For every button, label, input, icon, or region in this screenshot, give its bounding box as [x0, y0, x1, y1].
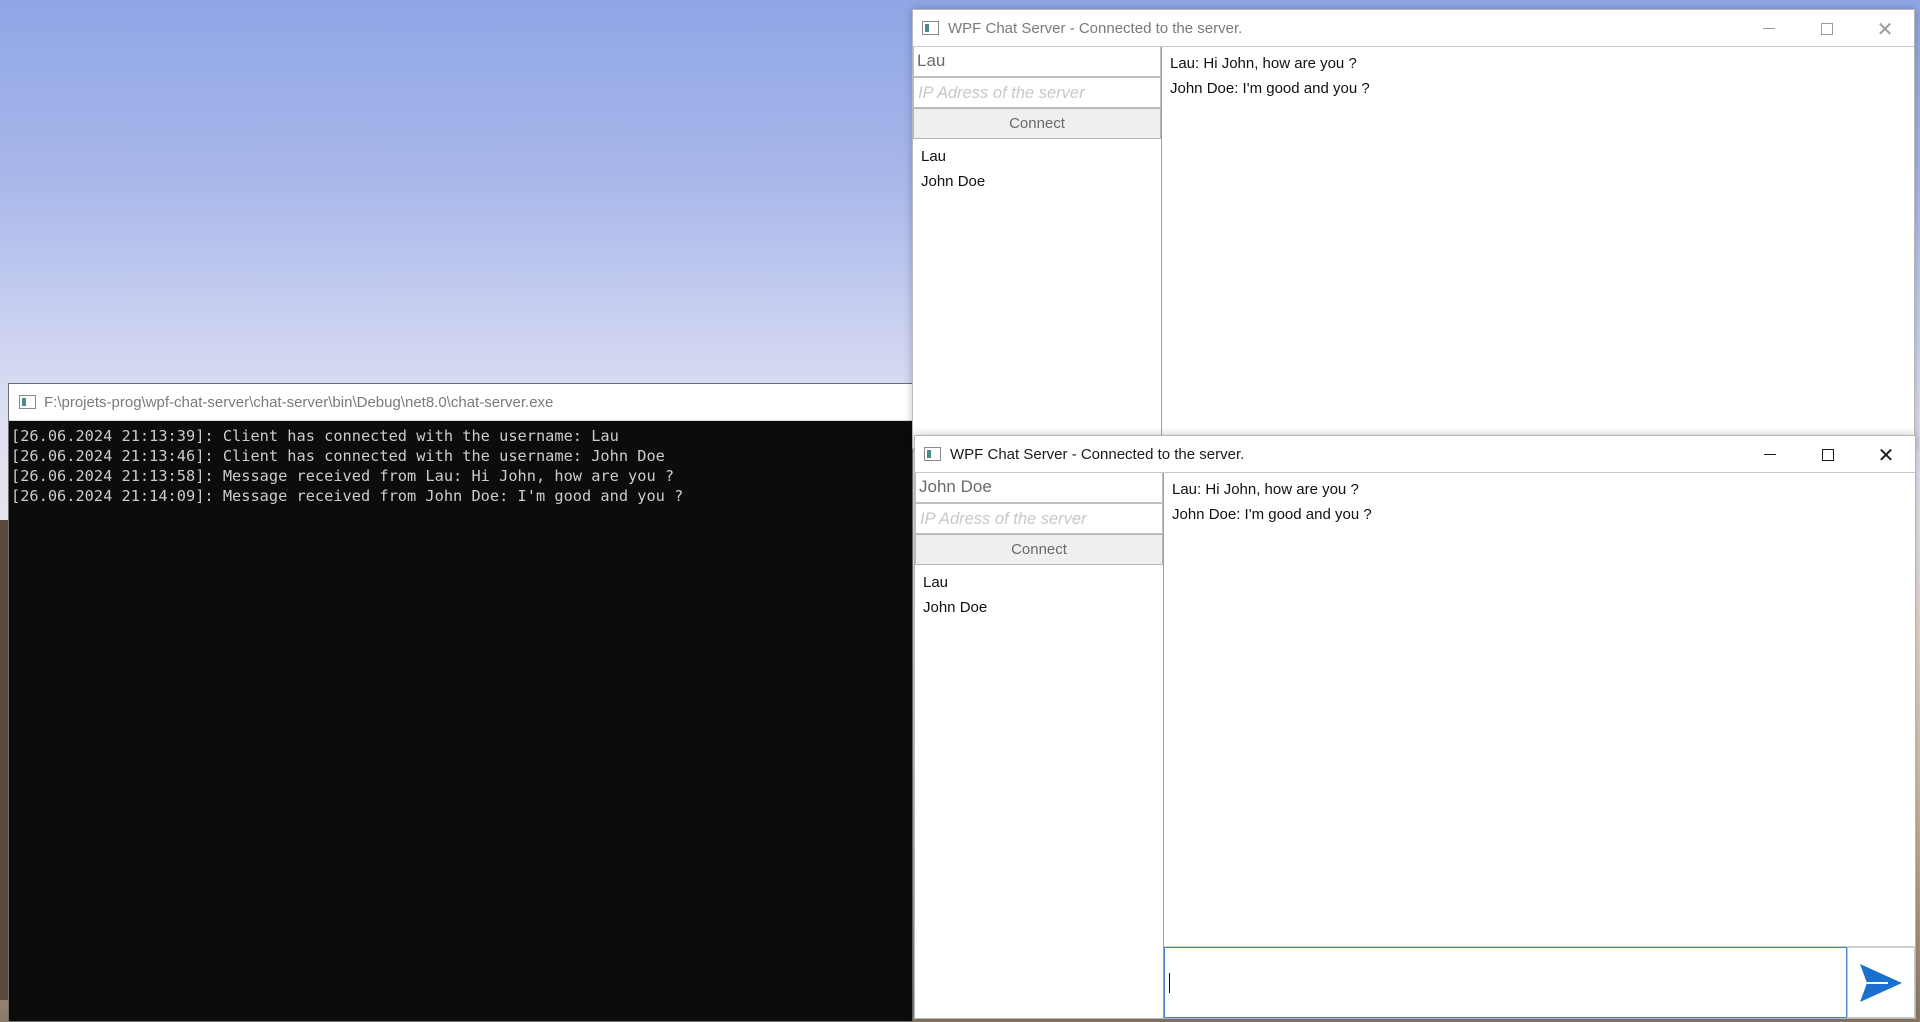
user-list-item[interactable]: Lau	[921, 144, 1161, 169]
user-list: Lau John Doe	[915, 565, 1163, 620]
close-icon: ✕	[1877, 442, 1895, 467]
minimize-button[interactable]	[1741, 436, 1799, 473]
close-button[interactable]: ✕	[1857, 436, 1915, 473]
send-icon	[1860, 963, 1902, 1002]
chat-window-titlebar[interactable]: WPF Chat Server - Connected to the serve…	[915, 436, 1915, 473]
window-title: WPF Chat Server - Connected to the serve…	[950, 445, 1245, 463]
username-input[interactable]: Lau	[913, 47, 1161, 77]
chat-window-john-doe[interactable]: WPF Chat Server - Connected to the serve…	[914, 435, 1916, 1019]
user-list-item[interactable]: John Doe	[923, 595, 1163, 620]
maximize-button[interactable]	[1798, 10, 1856, 47]
connect-button[interactable]: Connect	[913, 108, 1161, 139]
maximize-button[interactable]	[1799, 436, 1857, 473]
console-line: [26.06.2024 21:14:09]: Message received …	[11, 487, 684, 505]
minimize-button[interactable]	[1740, 10, 1798, 47]
console-app-icon	[19, 395, 36, 409]
connection-panel: John Doe IP Adress of the server Connect…	[915, 473, 1164, 1018]
maximize-icon	[1822, 448, 1834, 461]
console-output[interactable]: [26.06.2024 21:13:39]: Client has connec…	[9, 421, 912, 511]
chat-window-lau[interactable]: WPF Chat Server - Connected to the serve…	[912, 9, 1915, 449]
console-window[interactable]: F:\projets-prog\wpf-chat-server\chat-ser…	[8, 383, 913, 1022]
message-input[interactable]	[1164, 947, 1847, 1018]
console-line: [26.06.2024 21:13:58]: Message received …	[11, 467, 675, 485]
chat-panel: Lau: Hi John, how are you ? John Doe: I'…	[1164, 473, 1915, 1018]
chat-app-icon	[924, 447, 941, 461]
user-list-item[interactable]: John Doe	[921, 169, 1161, 194]
close-button[interactable]: ✕	[1856, 10, 1914, 47]
message-item: John Doe: I'm good and you ?	[1172, 506, 1372, 523]
chat-app-icon	[922, 21, 939, 35]
minimize-icon	[1763, 28, 1775, 29]
console-line: [26.06.2024 21:13:39]: Client has connec…	[11, 427, 619, 445]
close-icon: ✕	[1876, 16, 1894, 41]
window-title: WPF Chat Server - Connected to the serve…	[948, 19, 1243, 37]
console-titlebar[interactable]: F:\projets-prog\wpf-chat-server\chat-ser…	[9, 384, 912, 421]
send-button[interactable]	[1847, 947, 1915, 1018]
chat-panel: Lau: Hi John, how are you ? John Doe: I'…	[1162, 47, 1914, 448]
message-list: Lau: Hi John, how are you ? John Doe: I'…	[1164, 473, 1915, 946]
ip-address-input[interactable]: IP Adress of the server	[913, 77, 1161, 108]
console-title: F:\projets-prog\wpf-chat-server\chat-ser…	[44, 393, 554, 411]
user-list: Lau John Doe	[913, 139, 1161, 194]
message-item: John Doe: I'm good and you ?	[1170, 80, 1370, 97]
minimize-icon	[1764, 454, 1776, 455]
message-list: Lau: Hi John, how are you ? John Doe: I'…	[1162, 47, 1914, 448]
text-caret	[1169, 972, 1170, 993]
connection-panel: Lau IP Adress of the server Connect Lau …	[913, 47, 1162, 448]
connect-button[interactable]: Connect	[915, 534, 1163, 565]
console-line: [26.06.2024 21:13:46]: Client has connec…	[11, 447, 665, 465]
message-item: Lau: Hi John, how are you ?	[1170, 55, 1357, 72]
message-item: Lau: Hi John, how are you ?	[1172, 481, 1359, 498]
maximize-icon	[1821, 22, 1833, 35]
username-input[interactable]: John Doe	[915, 473, 1163, 503]
ip-address-input[interactable]: IP Adress of the server	[915, 503, 1163, 534]
message-composer	[1164, 946, 1915, 1018]
user-list-item[interactable]: Lau	[923, 570, 1163, 595]
chat-window-titlebar[interactable]: WPF Chat Server - Connected to the serve…	[913, 10, 1914, 47]
